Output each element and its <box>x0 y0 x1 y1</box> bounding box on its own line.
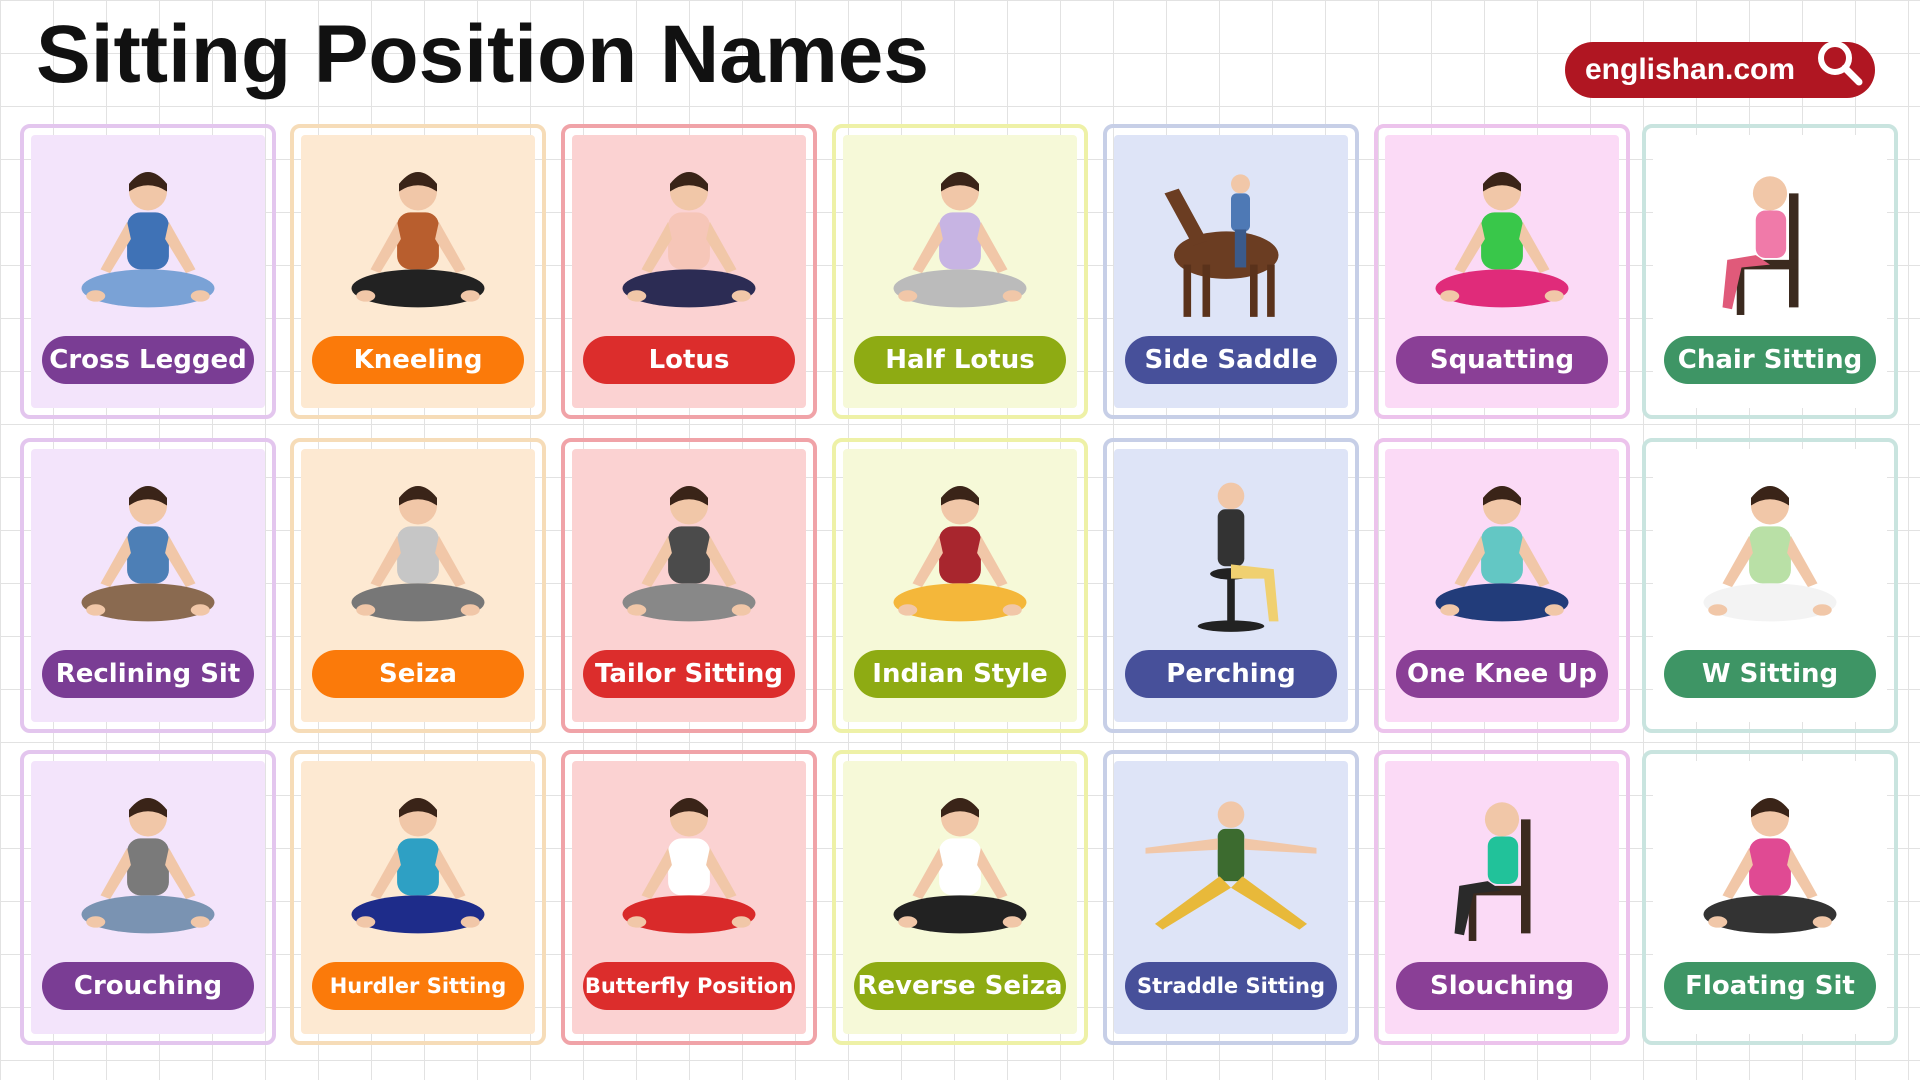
card-panel: Squatting <box>1385 135 1619 408</box>
cross-legged-figure-icon <box>53 151 243 326</box>
position-card[interactable]: Floating Sit <box>1642 750 1898 1045</box>
position-label: Slouching <box>1396 962 1608 1010</box>
position-label: Kneeling <box>312 336 524 384</box>
card-panel: Reclining Sit <box>31 449 265 722</box>
positions-grid: Cross Legged Kneeling Lotus Half Lotus S… <box>0 0 1920 1080</box>
card-panel: Side Saddle <box>1114 135 1348 408</box>
card-panel: One Knee Up <box>1385 449 1619 722</box>
position-label: Lotus <box>583 336 795 384</box>
card-panel: Lotus <box>572 135 806 408</box>
position-label: Butterfly Position <box>583 962 795 1010</box>
card-panel: W Sitting <box>1653 449 1887 722</box>
card-panel: Butterfly Position <box>572 761 806 1034</box>
position-label: Indian Style <box>854 650 1066 698</box>
squatting-figure-icon <box>1407 151 1597 326</box>
card-panel: Tailor Sitting <box>572 449 806 722</box>
position-label: Reverse Seiza <box>854 962 1066 1010</box>
position-card[interactable]: Slouching <box>1374 750 1630 1045</box>
straddle-sitting-figure-icon <box>1136 777 1326 952</box>
hurdler-sitting-figure-icon <box>323 777 513 952</box>
card-panel: Cross Legged <box>31 135 265 408</box>
position-card[interactable]: Reverse Seiza <box>832 750 1088 1045</box>
card-panel: Crouching <box>31 761 265 1034</box>
position-label: Tailor Sitting <box>583 650 795 698</box>
position-card[interactable]: Indian Style <box>832 438 1088 733</box>
card-panel: Kneeling <box>301 135 535 408</box>
position-card[interactable]: Butterfly Position <box>561 750 817 1045</box>
chair-sitting-figure-icon <box>1675 151 1865 326</box>
slouching-figure-icon <box>1407 777 1597 952</box>
position-card[interactable]: Cross Legged <box>20 124 276 419</box>
kneeling-figure-icon <box>323 151 513 326</box>
indian-style-figure-icon <box>865 465 1055 640</box>
card-panel: Floating Sit <box>1653 761 1887 1034</box>
one-knee-up-figure-icon <box>1407 465 1597 640</box>
card-panel: Straddle Sitting <box>1114 761 1348 1034</box>
position-label: Reclining Sit <box>42 650 254 698</box>
position-label: Cross Legged <box>42 336 254 384</box>
position-card[interactable]: Seiza <box>290 438 546 733</box>
floating-sit-figure-icon <box>1675 777 1865 952</box>
position-label: W Sitting <box>1664 650 1876 698</box>
position-label: Squatting <box>1396 336 1608 384</box>
lotus-figure-icon <box>594 151 784 326</box>
position-card[interactable]: W Sitting <box>1642 438 1898 733</box>
position-card[interactable]: Kneeling <box>290 124 546 419</box>
w-sitting-figure-icon <box>1675 465 1865 640</box>
position-label: Hurdler Sitting <box>312 962 524 1010</box>
position-label: Crouching <box>42 962 254 1010</box>
card-panel: Half Lotus <box>843 135 1077 408</box>
tailor-sitting-figure-icon <box>594 465 784 640</box>
position-label: Half Lotus <box>854 336 1066 384</box>
card-panel: Indian Style <box>843 449 1077 722</box>
card-panel: Chair Sitting <box>1653 135 1887 408</box>
butterfly-position-figure-icon <box>594 777 784 952</box>
crouching-figure-icon <box>53 777 243 952</box>
seiza-figure-icon <box>323 465 513 640</box>
card-panel: Slouching <box>1385 761 1619 1034</box>
position-card[interactable]: Perching <box>1103 438 1359 733</box>
position-label: One Knee Up <box>1396 650 1608 698</box>
horse-rider-icon <box>1136 151 1326 326</box>
position-label: Perching <box>1125 650 1337 698</box>
position-card[interactable]: Crouching <box>20 750 276 1045</box>
position-label: Seiza <box>312 650 524 698</box>
card-panel: Perching <box>1114 449 1348 722</box>
position-card[interactable]: Lotus <box>561 124 817 419</box>
position-label: Side Saddle <box>1125 336 1337 384</box>
position-label: Chair Sitting <box>1664 336 1876 384</box>
card-panel: Reverse Seiza <box>843 761 1077 1034</box>
position-card[interactable]: Side Saddle <box>1103 124 1359 419</box>
position-label: Straddle Sitting <box>1125 962 1337 1010</box>
card-panel: Hurdler Sitting <box>301 761 535 1034</box>
position-card[interactable]: Squatting <box>1374 124 1630 419</box>
reclining-figure-icon <box>53 465 243 640</box>
position-card[interactable]: Reclining Sit <box>20 438 276 733</box>
reverse-seiza-figure-icon <box>865 777 1055 952</box>
position-card[interactable]: Chair Sitting <box>1642 124 1898 419</box>
position-card[interactable]: One Knee Up <box>1374 438 1630 733</box>
position-card[interactable]: Straddle Sitting <box>1103 750 1359 1045</box>
half-lotus-figure-icon <box>865 151 1055 326</box>
position-label: Floating Sit <box>1664 962 1876 1010</box>
position-card[interactable]: Half Lotus <box>832 124 1088 419</box>
position-card[interactable]: Tailor Sitting <box>561 438 817 733</box>
position-card[interactable]: Hurdler Sitting <box>290 750 546 1045</box>
card-panel: Seiza <box>301 449 535 722</box>
perching-figure-icon <box>1136 465 1326 640</box>
